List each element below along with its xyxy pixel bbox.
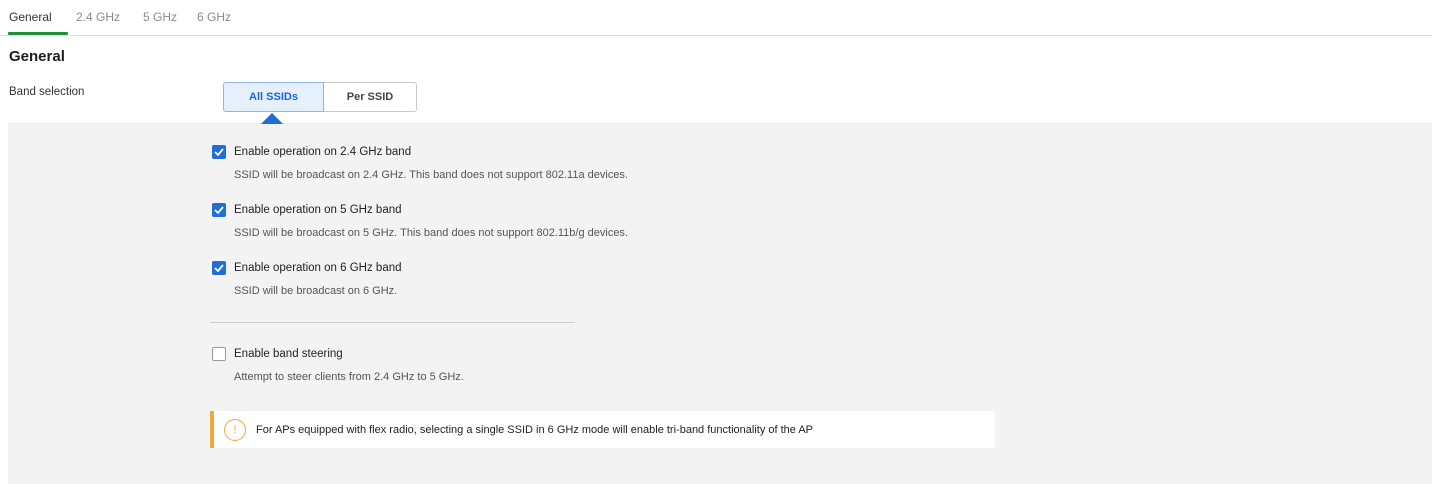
- tab-bar: General 2.4 GHz 5 GHz 6 GHz: [0, 0, 1432, 36]
- info-banner-text: For APs equipped with flex radio, select…: [256, 423, 814, 436]
- active-tab-indicator: [8, 32, 68, 35]
- checkbox-6-ghz[interactable]: [212, 261, 226, 275]
- per-ssid-button[interactable]: Per SSID: [324, 82, 417, 112]
- band-option-label: Enable operation on 6 GHz band: [234, 262, 402, 274]
- selection-pointer-icon: [261, 113, 283, 124]
- band-steering-description: Attempt to steer clients from 2.4 GHz to…: [234, 371, 464, 383]
- band-option-6: Enable operation on 6 GHz band SSID will…: [212, 260, 402, 297]
- checkmark-icon: [214, 264, 224, 272]
- all-ssids-button[interactable]: All SSIDs: [223, 82, 324, 112]
- tab-general[interactable]: General: [9, 10, 52, 24]
- checkbox-2-4-ghz[interactable]: [212, 145, 226, 159]
- band-option-5: Enable operation on 5 GHz band SSID will…: [212, 202, 628, 239]
- checkbox-5-ghz[interactable]: [212, 203, 226, 217]
- tab-2-4-ghz[interactable]: 2.4 GHz: [76, 10, 120, 24]
- band-option-label: Enable operation on 5 GHz band: [234, 204, 402, 216]
- divider: [210, 322, 575, 323]
- band-steering-label: Enable band steering: [234, 348, 343, 360]
- band-option-label: Enable operation on 2.4 GHz band: [234, 146, 412, 158]
- band-steering-option: Enable band steering Attempt to steer cl…: [212, 346, 464, 383]
- band-option-description: SSID will be broadcast on 6 GHz.: [234, 285, 398, 297]
- page-title: General: [9, 48, 65, 65]
- band-selection-label: Band selection: [9, 86, 85, 98]
- tab-6-ghz[interactable]: 6 GHz: [197, 10, 231, 24]
- band-option-2-4: Enable operation on 2.4 GHz band SSID wi…: [212, 144, 628, 181]
- checkmark-icon: [214, 206, 224, 214]
- tab-5-ghz[interactable]: 5 GHz: [143, 10, 177, 24]
- band-steering-checkbox[interactable]: [212, 347, 226, 361]
- warning-icon: !: [224, 418, 246, 441]
- checkmark-icon: [214, 148, 224, 156]
- band-option-description: SSID will be broadcast on 5 GHz. This ba…: [234, 227, 628, 239]
- band-option-description: SSID will be broadcast on 2.4 GHz. This …: [234, 169, 628, 181]
- band-selection-toggle: All SSIDs Per SSID: [223, 82, 417, 112]
- info-banner: ! For APs equipped with flex radio, sele…: [210, 411, 995, 448]
